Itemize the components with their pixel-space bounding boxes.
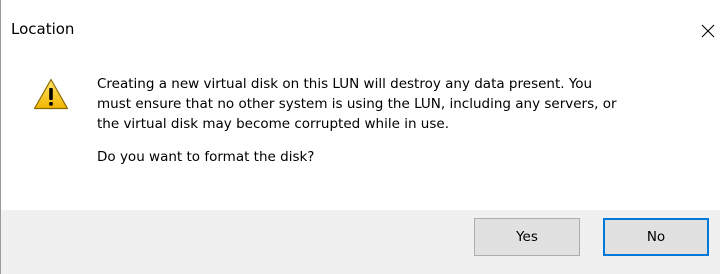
message-line-1: Creating a new virtual disk on this LUN … xyxy=(97,76,593,92)
message-line-3: the virtual disk may become corrupted wh… xyxy=(97,116,449,132)
no-button[interactable]: No xyxy=(603,218,709,256)
close-icon xyxy=(701,24,714,38)
close-button[interactable] xyxy=(694,10,720,52)
warning-icon xyxy=(33,78,69,110)
dialog-content: Creating a new virtual disk on this LUN … xyxy=(1,62,720,210)
message-line-2: must ensure that no other system is usin… xyxy=(97,96,617,112)
question-text: Do you want to format the disk? xyxy=(97,149,315,165)
button-bar: Yes No xyxy=(1,210,720,274)
message-text: Creating a new virtual disk on this LUN … xyxy=(97,74,717,134)
yes-button[interactable]: Yes xyxy=(474,218,580,256)
dialog-title: Location xyxy=(11,20,75,38)
location-dialog: Location Creating a new virtual disk on … xyxy=(0,0,720,274)
title-bar: Location xyxy=(1,0,720,62)
